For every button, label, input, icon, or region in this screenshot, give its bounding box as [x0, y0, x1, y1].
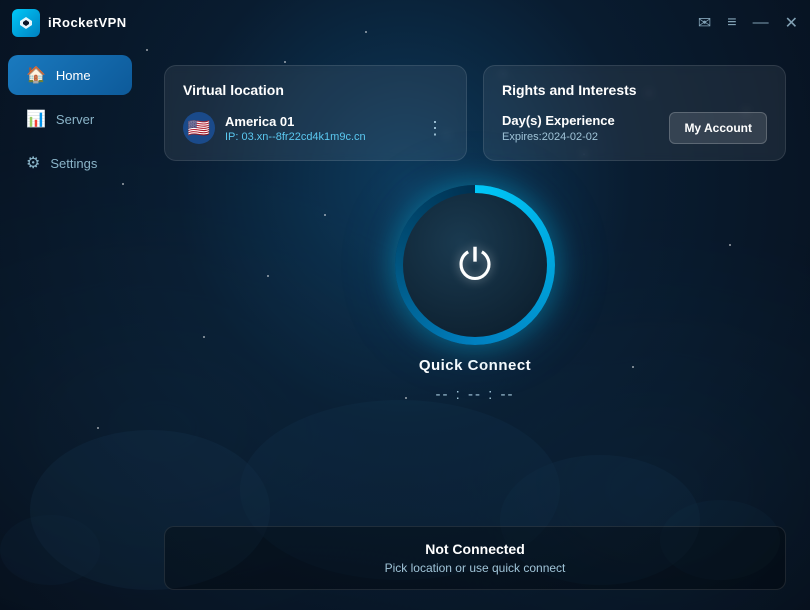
location-more-button[interactable]: ⋮: [422, 114, 448, 143]
country-flag: 🇺🇸: [183, 112, 215, 144]
app-logo: iRocketVPN: [12, 9, 127, 37]
location-info: America 01 IP: 03.xn--8fr22cd4k1m9c.cn: [225, 114, 412, 143]
rights-label: Day(s) Experience: [502, 113, 615, 128]
rights-info: Day(s) Experience Expires:2024-02-02: [502, 113, 615, 143]
location-name: America 01: [225, 114, 412, 129]
location-row: 🇺🇸 America 01 IP: 03.xn--8fr22cd4k1m9c.c…: [183, 112, 448, 144]
my-account-button[interactable]: My Account: [669, 112, 767, 144]
virtual-location-card: Virtual location 🇺🇸 America 01 IP: 03.xn…: [164, 65, 467, 161]
rights-card: Rights and Interests Day(s) Experience E…: [483, 65, 786, 161]
quick-connect-label: Quick Connect: [419, 357, 531, 374]
power-ring: ⏻: [395, 185, 555, 345]
logo-icon: [12, 9, 40, 37]
connect-area: ⏻ Quick Connect -- : -- : --: [164, 185, 786, 403]
titlebar: iRocketVPN ✉ ≡ — ✕: [0, 0, 810, 45]
home-icon: 🏠: [26, 65, 46, 85]
rights-title: Rights and Interests: [502, 82, 767, 98]
sidebar-item-server[interactable]: 📊 Server: [8, 99, 132, 139]
virtual-location-title: Virtual location: [183, 82, 448, 98]
titlebar-controls: ✉ ≡ — ✕: [698, 13, 798, 33]
sidebar-item-settings[interactable]: ⚙ Settings: [8, 143, 132, 183]
status-title: Not Connected: [185, 541, 765, 557]
server-icon: 📊: [26, 109, 46, 129]
sidebar: 🏠 Home 📊 Server ⚙ Settings: [0, 0, 140, 610]
minimize-icon[interactable]: —: [753, 14, 769, 32]
sidebar-item-label: Settings: [50, 156, 97, 171]
settings-icon: ⚙: [26, 153, 40, 173]
close-icon[interactable]: ✕: [785, 13, 798, 33]
location-ip: IP: 03.xn--8fr22cd4k1m9c.cn: [225, 131, 412, 143]
sidebar-item-label: Server: [56, 112, 94, 127]
status-bar: Not Connected Pick location or use quick…: [164, 526, 786, 590]
rights-content: Day(s) Experience Expires:2024-02-02 My …: [502, 112, 767, 144]
status-subtitle: Pick location or use quick connect: [185, 561, 765, 575]
main-content: Virtual location 🇺🇸 America 01 IP: 03.xn…: [140, 45, 810, 610]
top-cards: Virtual location 🇺🇸 America 01 IP: 03.xn…: [164, 65, 786, 161]
timer-display: -- : -- : --: [436, 386, 515, 403]
menu-icon[interactable]: ≡: [727, 14, 736, 32]
rights-expires: Expires:2024-02-02: [502, 131, 615, 143]
sidebar-item-label: Home: [56, 68, 91, 83]
mail-icon[interactable]: ✉: [698, 13, 711, 33]
sidebar-item-home[interactable]: 🏠 Home: [8, 55, 132, 95]
app-name: iRocketVPN: [48, 15, 127, 30]
power-button[interactable]: ⏻: [403, 193, 547, 337]
power-icon: ⏻: [458, 244, 491, 286]
